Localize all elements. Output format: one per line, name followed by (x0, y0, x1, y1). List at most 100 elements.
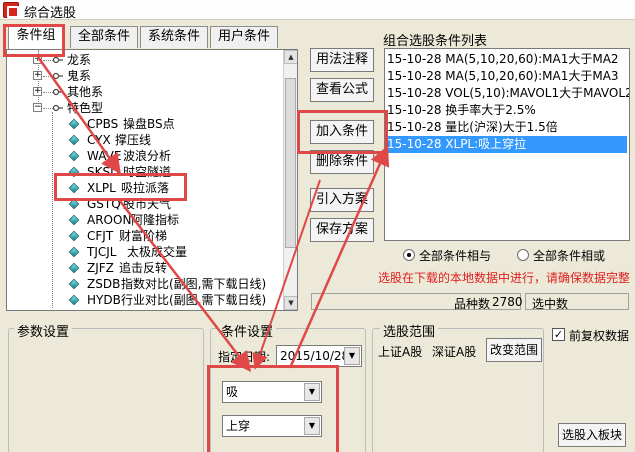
scroll-down-icon[interactable]: ▼ (284, 296, 297, 310)
adjusted-data-checkbox[interactable]: ✓ (552, 328, 565, 341)
param-settings-label: 参数设置 (14, 321, 73, 340)
item-name: 波浪分析 (123, 149, 172, 163)
list-item-selected[interactable]: 15-10-28 XLPL:吸上穿拉 (387, 136, 627, 153)
condition-listbox[interactable]: 15-10-28 MA(5,10,20,60):MA1大于MA2 15-10-2… (384, 48, 630, 241)
dropdown-arrow-icon[interactable]: ▼ (304, 417, 320, 435)
add-condition-button[interactable]: 加入条件 (310, 120, 374, 144)
range-text-sh: 上证A股 (378, 345, 423, 359)
select-2-value: 上穿 (226, 419, 251, 433)
tree-branch (43, 108, 53, 109)
item-name: 财富阶梯 (119, 229, 168, 243)
item-code: ZSDB (87, 277, 121, 291)
indicator-icon (68, 246, 80, 258)
list-item[interactable]: 15-10-28 MA(5,10,20,60):MA1大于MA2 (387, 51, 619, 68)
dropdown-arrow-icon[interactable]: ▼ (344, 347, 360, 365)
indicator-icon (68, 118, 80, 130)
usage-notes-button[interactable]: 用法注释 (310, 48, 374, 72)
indicator-icon (68, 214, 80, 226)
item-code: CPBS (87, 117, 119, 131)
item-code: ZJFZ (87, 261, 114, 275)
selected-status-box: 选中数 (525, 293, 629, 311)
view-formula-button[interactable]: 查看公式 (310, 78, 374, 102)
tree-group-label: 其他系 (67, 85, 104, 99)
tree-group-label: 特色型 (67, 101, 104, 115)
window-title: 综合选股 (24, 6, 77, 21)
indicator-icon (68, 198, 80, 210)
expand-icon[interactable]: + (33, 71, 42, 80)
tree-group-label: 龙系 (67, 53, 92, 67)
date-value: 2015/10/28 (280, 349, 350, 363)
selected-count-label: 选中数 (532, 297, 569, 311)
param-select-2[interactable]: 上穿 ▼ (222, 415, 322, 437)
item-code: CYX (87, 133, 111, 147)
or-radio-label: 全部条件相或 (533, 249, 606, 263)
key-icon (53, 56, 63, 64)
item-code: XLPL (87, 181, 116, 195)
adjusted-data-label: 前复权数据 (569, 329, 630, 343)
tab-label: 条件组 (16, 28, 56, 43)
item-name: 太极成交量 (127, 245, 188, 259)
item-code: TJCJL (87, 245, 117, 259)
condition-tree[interactable]: + 龙系 + 鬼系 + 其他系 − 特色型 CPBS 操盘BS点 CYX 撑压线 W… (6, 49, 298, 311)
collapse-icon[interactable]: − (33, 103, 42, 112)
select-to-block-button[interactable]: 选股入板块 (558, 423, 626, 447)
indicator-icon (68, 182, 80, 194)
scroll-up-icon[interactable]: ▲ (284, 50, 297, 64)
app-icon (3, 2, 19, 18)
key-icon (53, 72, 63, 80)
item-name: 撑压线 (115, 133, 152, 147)
indicator-icon (68, 150, 80, 162)
tree-branch (43, 92, 53, 93)
list-item[interactable]: 15-10-28 MA(5,10,20,60):MA1大于MA3 (387, 68, 619, 85)
dropdown-arrow-icon[interactable]: ▼ (304, 383, 320, 401)
date-label: 指定日期: (218, 350, 271, 364)
tab-system-conditions[interactable]: 系统条件 (140, 26, 208, 48)
date-picker[interactable]: 2015/10/28 ▼ (276, 345, 362, 367)
tree-scrollbar[interactable]: ▲ ▼ (283, 50, 297, 310)
and-radio-label: 全部条件相与 (419, 249, 492, 263)
indicator-icon (68, 134, 80, 146)
item-code: SKSD (87, 165, 120, 179)
count-value: 2780 (492, 295, 523, 309)
expand-icon[interactable]: + (33, 87, 42, 96)
tree-group-label: 鬼系 (67, 69, 92, 83)
param-select-1[interactable]: 吸 ▼ (222, 381, 322, 403)
item-code: AROON (87, 213, 132, 227)
delete-condition-button[interactable]: 删除条件 (310, 150, 374, 174)
import-scheme-button[interactable]: 引入方案 (310, 188, 374, 212)
item-code: CFJT (87, 229, 114, 243)
stock-screener-window: 综合选股 条件组 全部条件 系统条件 用户条件 + 龙系 + 鬼系 + 其他系 (0, 0, 635, 452)
indicator-icon (68, 166, 80, 178)
tab-label: 用户条件 (217, 29, 270, 44)
list-item[interactable]: 15-10-28 换手率大于2.5% (387, 102, 536, 119)
tree-branch (43, 60, 53, 61)
tree-branch (43, 76, 53, 77)
indicator-icon (68, 230, 80, 242)
item-code: GSTQ (87, 197, 121, 211)
tab-label: 系统条件 (147, 29, 200, 44)
select-1-value: 吸 (226, 385, 239, 399)
save-scheme-button[interactable]: 保存方案 (310, 218, 374, 242)
or-radio[interactable] (517, 249, 529, 261)
item-code: WAVE (87, 149, 122, 163)
tab-label: 全部条件 (77, 29, 130, 44)
item-name: 追击反转 (119, 261, 168, 275)
and-radio[interactable] (403, 249, 415, 261)
item-name: 行业对比(副图,需下载日线) (121, 293, 267, 307)
tab-user-conditions[interactable]: 用户条件 (210, 26, 278, 48)
item-name: 股市天气 (123, 197, 172, 211)
expand-icon[interactable]: + (33, 55, 42, 64)
condition-list-label: 组合选股条件列表 (383, 34, 488, 49)
tab-all-conditions[interactable]: 全部条件 (70, 26, 138, 48)
list-item[interactable]: 15-10-28 量比(沪深)大于1.5倍 (387, 119, 558, 136)
count-status-box: 品种数 2780 (311, 293, 523, 311)
scroll-thumb[interactable] (285, 78, 296, 248)
item-name: 操盘BS点 (123, 117, 175, 131)
list-item[interactable]: 15-10-28 VOL(5,10):MAVOL1大于MAVOL2 (387, 85, 629, 102)
range-label: 选股范围 (380, 321, 439, 340)
tree-guide-line (52, 112, 53, 308)
param-settings-group (8, 328, 204, 452)
tab-condition-group[interactable]: 条件组 (8, 25, 64, 49)
change-range-button[interactable]: 改变范围 (486, 338, 542, 362)
indicator-icon (68, 262, 80, 274)
